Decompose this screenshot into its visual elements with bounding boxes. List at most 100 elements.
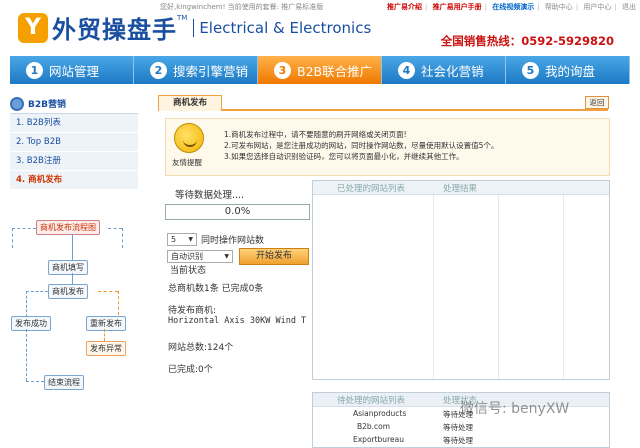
back-button[interactable]: 返回 xyxy=(585,96,609,109)
mascot-icon xyxy=(174,123,204,153)
nav-step-site-management[interactable]: 1 网站管理 xyxy=(10,56,134,84)
brand-name-en: Electrical & Electronics xyxy=(193,18,371,37)
flow-connector xyxy=(72,234,73,260)
tips-notice: 友情提醒 1.商机发布过程中，请不要随意的刷开网络或关闭页面! 2.可发布网站，… xyxy=(165,118,610,176)
top-link-logout[interactable]: 退出 xyxy=(622,3,636,11)
flow-connector xyxy=(26,329,27,381)
brand-logo[interactable]: Y 外贸操盘手 TM Electrical & Electronics xyxy=(18,10,371,45)
top-link-separator: | xyxy=(484,3,487,11)
tips-text: 1.商机发布过程中，请不要随意的刷开网络或关闭页面! 2.可发布网站，是您注册成… xyxy=(224,129,498,162)
nav-step-social[interactable]: 4 社会化营销 xyxy=(382,56,506,84)
pending-item: Horizontal Axis 30KW Wind T xyxy=(168,316,307,326)
top-link-separator: | xyxy=(614,3,617,11)
flow-success: 发布成功 xyxy=(11,316,51,331)
nav-step-label: 我的询盘 xyxy=(545,63,596,79)
flow-republish: 重新发布 xyxy=(86,316,126,331)
publish-flow-diagram: 商机发布流程图 商机填写 商机发布 发布成功 重新发布 发布异常 结束流程 xyxy=(8,218,138,398)
sidebar-item-b2b-list[interactable]: 1. B2B列表 xyxy=(10,114,138,133)
column-divider xyxy=(498,195,499,379)
step-number: 1 xyxy=(26,61,43,79)
flow-connector xyxy=(122,228,123,248)
processed-col-result: 处理结果 xyxy=(443,184,478,194)
logo-icon: Y xyxy=(18,12,48,43)
completed-count: 已完成:0个 xyxy=(168,365,213,375)
current-status-label: 当前状态 xyxy=(170,266,207,276)
queue-status: 等待处理 xyxy=(443,436,473,445)
nav-step-label: 网站管理 xyxy=(49,63,100,79)
sidebar-heading-label: B2B营销 xyxy=(28,100,66,110)
nav-step-label: 社会化营销 xyxy=(421,63,484,79)
queue-site: Asianproducts xyxy=(353,409,407,418)
queue-site: B2b.com xyxy=(357,422,391,431)
flow-connector xyxy=(12,228,36,229)
progress-bar: 0.0% xyxy=(165,204,310,220)
queue-status: 等待处理 xyxy=(443,423,473,432)
sidebar-heading: B2B营销 xyxy=(10,94,138,114)
flow-step-publish: 商机发布 xyxy=(48,284,88,299)
tip-line: 1.商机发布过程中，请不要随意的刷开网络或关闭页面! xyxy=(224,130,407,139)
flow-error: 发布异常 xyxy=(86,341,126,356)
tip-line: 3.如果您选择自动识别验证码，您可以将页面最小化，并继续其他工作。 xyxy=(224,152,464,161)
flow-connector xyxy=(26,291,48,292)
processed-sites-panel: 已处理的网站列表 处理结果 xyxy=(312,180,610,380)
flow-step-fill: 商机填写 xyxy=(48,260,88,275)
top-links: 推广易介绍 | 推广易用户手册 | 在线视频演示 | 帮助中心 | 用户中心 | 退出 xyxy=(384,2,636,12)
top-link-manual[interactable]: 推广易用户手册 xyxy=(433,3,482,11)
flow-end: 结束流程 xyxy=(44,375,84,390)
totals-text: 总商机数1条 已完成0条 xyxy=(168,284,264,294)
pending-col-sites: 待处理的网站列表 xyxy=(337,396,406,406)
captcha-mode-value: 自动识别 xyxy=(171,252,203,261)
trademark-mark: TM xyxy=(177,13,188,22)
site-total: 网站总数:124个 xyxy=(168,343,234,353)
step-number: 2 xyxy=(150,61,167,79)
top-link-help[interactable]: 帮助中心 xyxy=(545,3,573,11)
top-link-separator: | xyxy=(425,3,428,11)
step-nav: 1 网站管理 2 搜索引擎营销 3 B2B联合推广 4 社会化营销 5 我的询盘 xyxy=(10,56,630,84)
waiting-title: 等待数据处理.... xyxy=(175,190,245,201)
flow-title: 商机发布流程图 xyxy=(36,220,100,235)
nav-step-label: B2B联合推广 xyxy=(297,63,373,79)
step-number: 3 xyxy=(274,61,291,79)
mascot-label: 友情提醒 xyxy=(172,158,202,167)
flow-connector xyxy=(104,329,105,341)
concurrency-row: 5 ▼ 同时操作网站数 xyxy=(167,233,264,246)
flow-connector xyxy=(98,291,118,292)
sales-hotline: 全国销售热线：0592-5929820 xyxy=(440,34,614,48)
queue-site: Exportbureau xyxy=(353,435,404,444)
nav-step-seo[interactable]: 2 搜索引擎营销 xyxy=(134,56,258,84)
flow-connector xyxy=(26,381,44,382)
flow-connector xyxy=(118,291,119,315)
top-link-separator: | xyxy=(537,3,540,11)
step-number: 4 xyxy=(398,61,415,79)
start-publish-button[interactable]: 开始发布 xyxy=(239,248,309,265)
nav-step-inquiries[interactable]: 5 我的询盘 xyxy=(506,56,630,84)
concurrency-value: 5 xyxy=(171,235,177,244)
flow-connector xyxy=(108,228,122,229)
captcha-mode-select[interactable]: 自动识别 ▼ xyxy=(167,250,233,263)
nav-step-label: 搜索引擎营销 xyxy=(173,63,249,79)
tip-line: 2.可发布网站，是您注册成功的网站，同时操作网站数，尽量使用默认设置值5个。 xyxy=(224,141,499,150)
flow-connector xyxy=(12,228,13,248)
chevron-down-icon: ▼ xyxy=(224,253,229,260)
top-link-intro[interactable]: 推广易介绍 xyxy=(387,3,422,11)
processed-header: 已处理的网站列表 处理结果 xyxy=(313,181,609,195)
nav-step-b2b[interactable]: 3 B2B联合推广 xyxy=(258,56,382,84)
chevron-down-icon: ▼ xyxy=(188,236,193,243)
top-link-video[interactable]: 在线视频演示 xyxy=(492,3,534,11)
flow-connector xyxy=(26,291,27,317)
top-link-user-center[interactable]: 用户中心 xyxy=(583,3,611,11)
column-divider xyxy=(433,195,434,379)
user-group-icon xyxy=(10,96,24,111)
brand-name-cn: 外贸操盘手 xyxy=(52,16,177,44)
concurrency-select[interactable]: 5 ▼ xyxy=(167,233,197,246)
sidebar-item-b2b-register[interactable]: 3. B2B注册 xyxy=(10,152,138,171)
sidebar-item-publish[interactable]: 4. 商机发布 xyxy=(10,171,138,190)
tab-publish[interactable]: 商机发布 xyxy=(158,95,223,111)
step-number: 5 xyxy=(522,61,539,79)
pending-label: 待发布商机: xyxy=(168,306,217,316)
sidebar: B2B营销 1. B2B列表 2. Top B2B 3. B2B注册 4. 商机… xyxy=(10,94,138,190)
content-tabs: 商机发布 xyxy=(158,95,608,111)
processed-col-sites: 已处理的网站列表 xyxy=(337,184,406,194)
top-link-separator: | xyxy=(575,3,579,11)
sidebar-item-top-b2b[interactable]: 2. Top B2B xyxy=(10,133,138,152)
